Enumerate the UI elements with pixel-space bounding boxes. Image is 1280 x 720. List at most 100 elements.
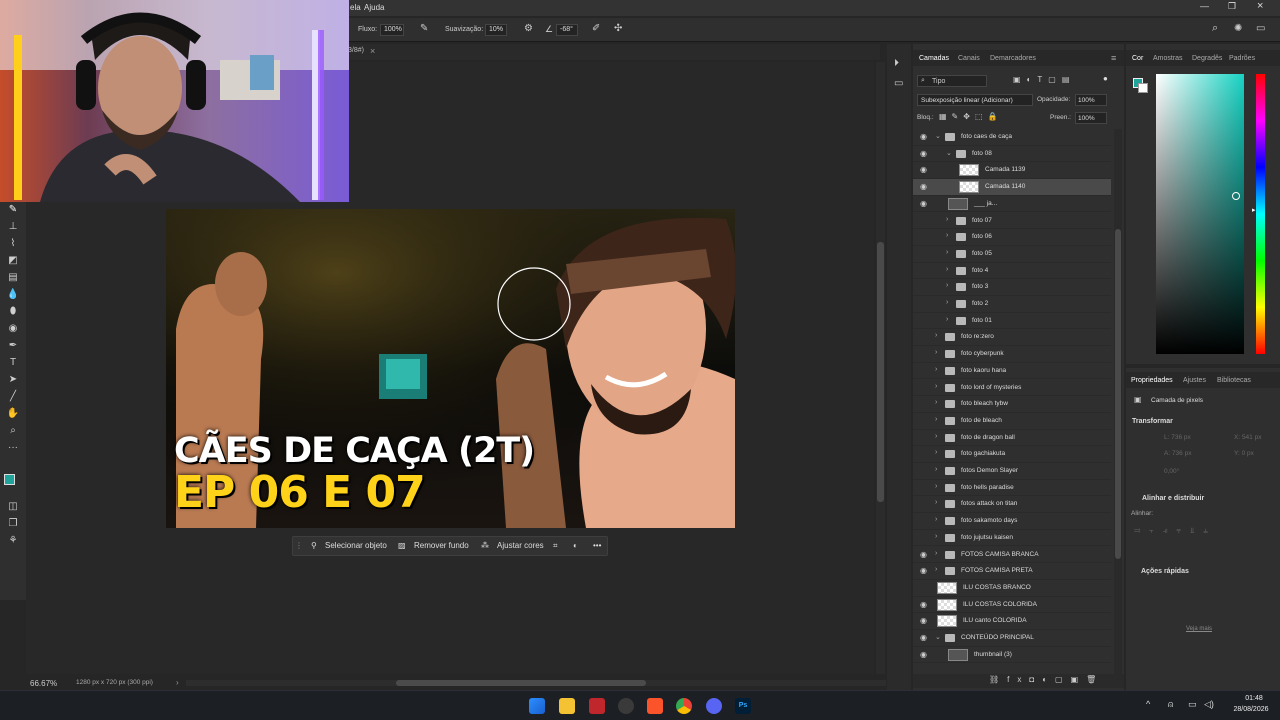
layer-row[interactable]: ◉ thumbnail (3) <box>913 647 1111 664</box>
volume-icon[interactable]: ◁) <box>1204 699 1214 710</box>
opacity-field[interactable]: 100% <box>1075 94 1107 106</box>
filter-toggle-icon[interactable]: ● <box>1103 74 1108 83</box>
workspace-icon[interactable]: ▭ <box>1256 23 1265 34</box>
tab-layers[interactable]: Camadas <box>919 55 949 62</box>
gear-icon[interactable]: ⚙ <box>524 23 533 34</box>
mic-icon[interactable]: ⍝ <box>1168 699 1173 710</box>
visibility-eye-icon[interactable]: ◉ <box>920 650 929 659</box>
visibility-eye-icon[interactable] <box>920 434 929 442</box>
brave-browser-icon[interactable] <box>647 698 663 714</box>
chevron-down-icon[interactable]: ⌄ <box>935 633 941 641</box>
visibility-eye-icon[interactable] <box>920 317 929 325</box>
screen-mode-icon[interactable]: ❐ <box>6 517 20 531</box>
horizontal-scrollbar[interactable] <box>186 680 886 686</box>
type-tool-icon[interactable]: T <box>6 356 20 370</box>
layer-row[interactable]: › foto cyberpunk <box>913 346 1111 363</box>
layer-row[interactable]: › foto kaoru hana <box>913 363 1111 380</box>
bg-color-chip[interactable] <box>1138 83 1148 93</box>
tab-channels[interactable]: Canais <box>958 55 980 62</box>
chevron-right-icon[interactable]: › <box>935 332 937 339</box>
visibility-eye-icon[interactable]: ◉ <box>920 149 929 158</box>
foreground-color-swatch[interactable] <box>4 474 15 485</box>
filter-type-icons[interactable]: ▣◐T▢▤ <box>1013 75 1075 84</box>
tab-paths[interactable]: Demarcadores <box>990 55 1036 62</box>
visibility-eye-icon[interactable] <box>920 484 929 492</box>
chevron-right-icon[interactable]: › <box>935 483 937 490</box>
start-icon[interactable] <box>529 698 545 714</box>
visibility-eye-icon[interactable] <box>920 517 929 525</box>
chevron-right-icon[interactable]: › <box>935 499 937 506</box>
visibility-eye-icon[interactable] <box>920 467 929 475</box>
layer-row[interactable]: › foto sakamoto days <box>913 513 1111 530</box>
visibility-eye-icon[interactable]: ◉ <box>920 199 929 208</box>
tab-gradients[interactable]: Degradês <box>1192 55 1222 62</box>
close-tab-icon[interactable]: × <box>370 46 375 56</box>
brush-tool-icon[interactable]: ✎ <box>6 203 20 217</box>
visibility-eye-icon[interactable] <box>920 500 929 508</box>
minimize-button[interactable]: — <box>1200 1 1209 11</box>
chevron-right-icon[interactable]: › <box>176 678 179 687</box>
flow-field[interactable]: 100% <box>380 24 404 36</box>
visibility-eye-icon[interactable]: ◉ <box>920 567 929 575</box>
width-field[interactable]: L: 736 px <box>1164 434 1191 441</box>
layer-filter-select[interactable]: ⌕ Tipo <box>917 75 987 87</box>
stamp-tool-icon[interactable]: ⊥ <box>6 220 20 234</box>
visibility-eye-icon[interactable] <box>920 250 929 258</box>
photoshop-icon[interactable]: Ps <box>735 698 751 714</box>
visibility-eye-icon[interactable] <box>920 217 929 225</box>
remove-background-button[interactable]: Remover fundo <box>414 541 469 550</box>
visibility-eye-icon[interactable]: ◉ <box>920 550 929 559</box>
see-more-link[interactable]: Veja mais <box>1186 626 1212 632</box>
tab-adjustments[interactable]: Ajustes <box>1183 377 1206 384</box>
visibility-eye-icon[interactable]: ◉ <box>920 183 929 191</box>
layer-row[interactable]: › foto jujutsu kaisen <box>913 530 1111 547</box>
layer-row[interactable]: ◉ ⌄ foto 08 <box>913 146 1111 163</box>
fill-field[interactable]: 100% <box>1075 112 1107 124</box>
visibility-eye-icon[interactable] <box>920 350 929 358</box>
burn-tool-icon[interactable]: ◉ <box>6 322 20 336</box>
visibility-eye-icon[interactable] <box>920 367 929 375</box>
vertical-scrollbar[interactable] <box>876 62 885 674</box>
chevron-right-icon[interactable]: › <box>946 316 948 323</box>
layer-row[interactable]: › foto 07 <box>913 213 1111 230</box>
layer-row[interactable]: › foto de dragon ball <box>913 430 1111 447</box>
document-tab[interactable]: 3/8#) <box>348 47 364 54</box>
layer-row[interactable]: ◉ ILU canto COLORIDA <box>913 613 1111 630</box>
document-info[interactable]: 1280 px x 720 px (300 ppi) <box>76 679 153 686</box>
visibility-eye-icon[interactable] <box>920 283 929 291</box>
layer-row[interactable]: › foto re:zero <box>913 329 1111 347</box>
mask-icon[interactable]: ◐ <box>573 541 578 550</box>
tab-patterns[interactable]: Padrões <box>1229 55 1255 62</box>
chevron-right-icon[interactable]: › <box>946 249 948 256</box>
layer-row[interactable]: ◉ › FOTOS CAMISA PRETA <box>913 563 1111 580</box>
zoom-tool-icon[interactable]: ⌕ <box>6 424 20 438</box>
visibility-eye-icon[interactable] <box>920 584 929 592</box>
visibility-eye-icon[interactable]: ◉ <box>920 600 929 609</box>
align-icons[interactable]: ⫤⫟⫣⫧⫫⫨ <box>1134 526 1217 536</box>
chevron-right-icon[interactable]: › <box>935 550 937 557</box>
chevron-right-icon[interactable]: › <box>935 399 937 406</box>
color-picker-cursor[interactable] <box>1232 192 1240 200</box>
smoothing-field[interactable]: 10% <box>485 24 507 36</box>
network-icon[interactable]: ▭ <box>1188 699 1197 710</box>
visibility-eye-icon[interactable] <box>920 450 929 458</box>
restore-button[interactable]: ❐ <box>1228 1 1236 12</box>
layer-row[interactable]: › foto bleach tybw <box>913 396 1111 413</box>
height-field[interactable]: A: 736 px <box>1164 450 1191 457</box>
layer-row[interactable]: › foto 4 <box>913 263 1111 280</box>
layer-row[interactable]: › fotos attack on titan <box>913 496 1111 514</box>
chevron-right-icon[interactable]: › <box>946 232 948 239</box>
transform-section[interactable]: Transformar <box>1132 418 1173 425</box>
panel-menu-icon[interactable]: ≡ <box>1111 53 1116 63</box>
crop-icon[interactable]: ⌗ <box>553 541 558 551</box>
hand-tool-icon[interactable]: ✋ <box>6 407 20 421</box>
layers-scrollbar[interactable] <box>1114 129 1122 675</box>
tab-libraries[interactable]: Bibliotecas <box>1217 377 1251 384</box>
layer-footer-icons[interactable]: ⛓fx◘◐▢▣🗑 <box>989 675 1104 684</box>
chevron-right-icon[interactable]: › <box>935 383 937 390</box>
chevron-right-icon[interactable]: › <box>946 266 948 273</box>
hue-slider[interactable]: ▸ <box>1252 74 1265 354</box>
layer-row[interactable]: ILU COSTAS BRANCO <box>913 580 1111 597</box>
chevron-right-icon[interactable]: › <box>935 516 937 523</box>
visibility-eye-icon[interactable]: ◉ <box>920 166 929 174</box>
